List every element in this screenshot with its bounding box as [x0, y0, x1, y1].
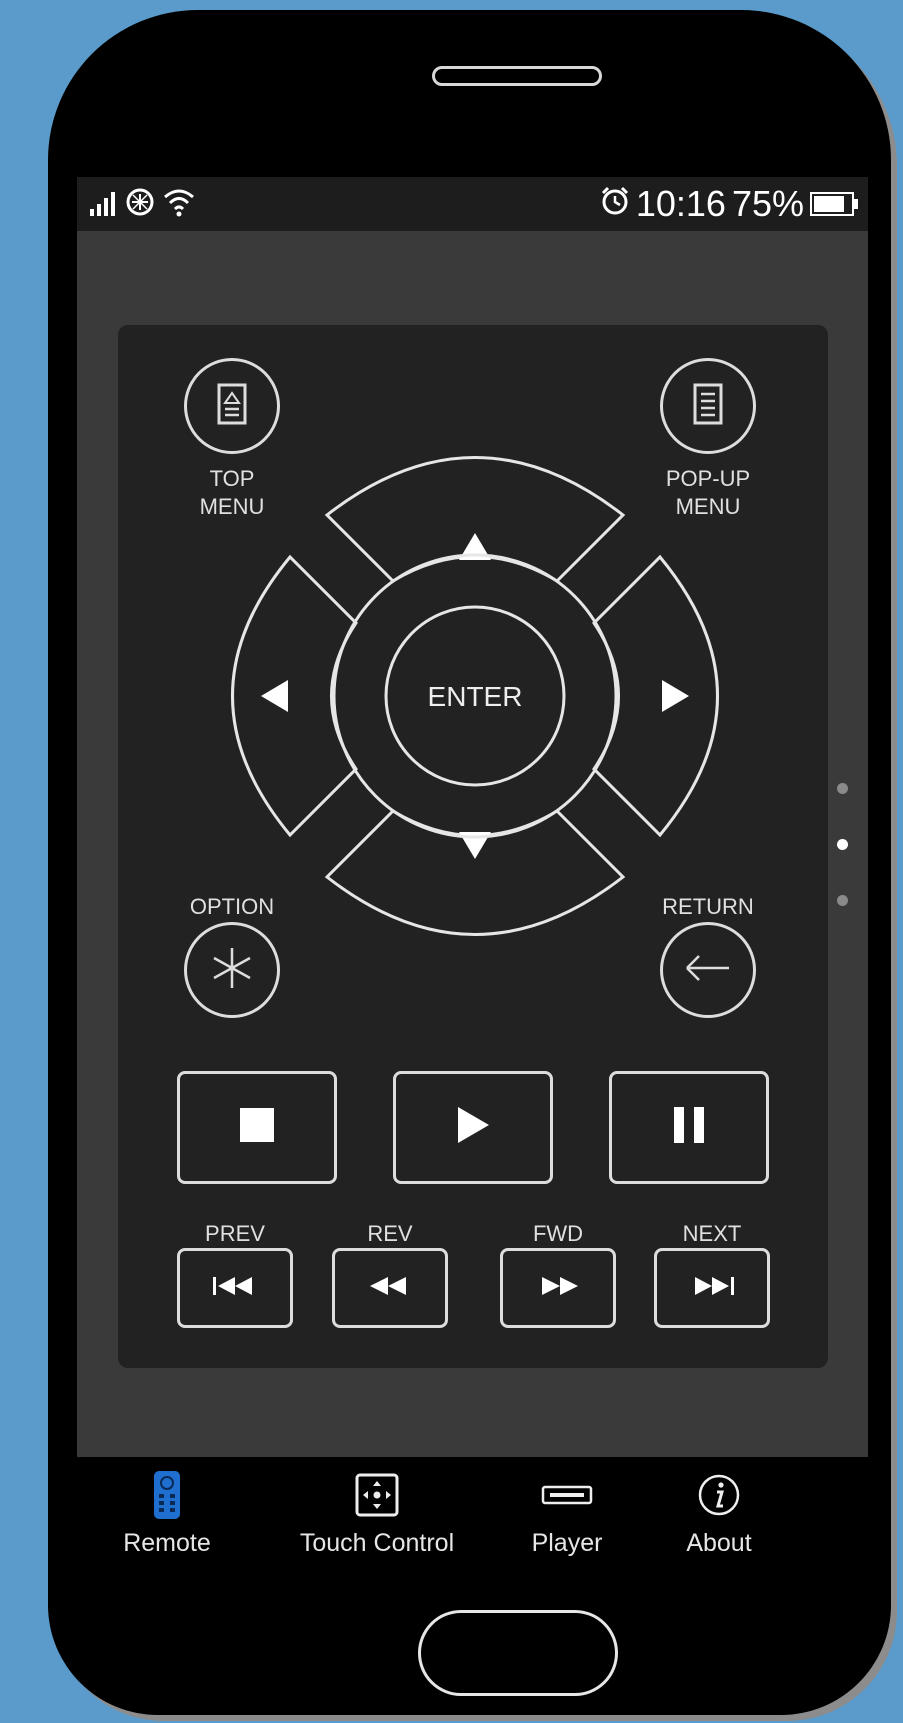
signal-icon — [89, 191, 117, 222]
play-button[interactable] — [393, 1071, 553, 1184]
bottom-tab-bar: Remote Touch Control Player About — [77, 1457, 868, 1575]
page-dot-1[interactable] — [837, 783, 848, 794]
status-battery-percent: 75% — [731, 183, 804, 224]
rewind-icon — [368, 1276, 412, 1301]
rev-label: REV — [367, 1221, 413, 1246]
tab-player[interactable]: Player — [517, 1457, 617, 1575]
page-dot-2[interactable] — [837, 839, 848, 850]
enter-label: ENTER — [428, 681, 523, 712]
return-arrow-icon — [683, 952, 733, 989]
dpad-left-button[interactable] — [231, 554, 358, 838]
remote-icon — [153, 1469, 181, 1521]
remote-panel: TOP MENU POP-UP MENU ENTER OPTION RETURN… — [118, 325, 828, 1368]
pause-button[interactable] — [609, 1071, 769, 1184]
alarm-icon — [600, 183, 630, 225]
player-icon — [541, 1469, 593, 1521]
tab-remote[interactable]: Remote — [117, 1457, 217, 1575]
sync-icon — [125, 187, 155, 222]
phone-speaker — [432, 66, 602, 86]
return-label: RETURN — [662, 894, 754, 919]
pause-icon — [672, 1106, 706, 1149]
fast-forward-icon — [536, 1276, 580, 1301]
return-button[interactable] — [660, 922, 756, 1018]
skip-previous-icon — [211, 1276, 259, 1301]
option-label: OPTION — [189, 894, 275, 919]
tab-about-label: About — [686, 1529, 752, 1557]
wifi-icon — [163, 187, 195, 222]
asterisk-icon — [210, 946, 254, 995]
status-bar: 10:16 75% — [77, 177, 868, 231]
stop-button[interactable] — [177, 1071, 337, 1184]
dpad: ENTER — [231, 456, 719, 936]
dpad-right-button[interactable] — [592, 554, 719, 838]
fwd-label: FWD — [532, 1221, 584, 1246]
skip-next-icon — [688, 1276, 736, 1301]
play-icon — [456, 1106, 490, 1149]
next-button[interactable] — [654, 1248, 770, 1328]
tab-remote-label: Remote — [123, 1529, 211, 1557]
dpad-up-button[interactable] — [324, 456, 626, 583]
info-icon — [697, 1469, 741, 1521]
touchpad-icon — [355, 1469, 399, 1521]
prev-label: PREV — [205, 1221, 265, 1246]
tab-touch-control-label: Touch Control — [299, 1529, 455, 1557]
app-screen: 10:16 75% TOP MENU POP-UP MENU ENTER OPT… — [77, 177, 868, 1575]
dpad-down-button[interactable] — [324, 809, 626, 936]
prev-button[interactable] — [177, 1248, 293, 1328]
fwd-button[interactable] — [500, 1248, 616, 1328]
stop-icon — [240, 1108, 274, 1147]
tab-touch-control[interactable]: Touch Control — [287, 1457, 467, 1575]
page-dot-3[interactable] — [837, 895, 848, 906]
home-button[interactable] — [418, 1610, 618, 1696]
option-button[interactable] — [184, 922, 280, 1018]
battery-icon — [810, 183, 860, 225]
rev-button[interactable] — [332, 1248, 448, 1328]
status-time: 10:16 — [635, 183, 726, 224]
tab-about[interactable]: About — [669, 1457, 769, 1575]
tab-player-label: Player — [531, 1529, 603, 1557]
next-label: NEXT — [682, 1221, 742, 1246]
